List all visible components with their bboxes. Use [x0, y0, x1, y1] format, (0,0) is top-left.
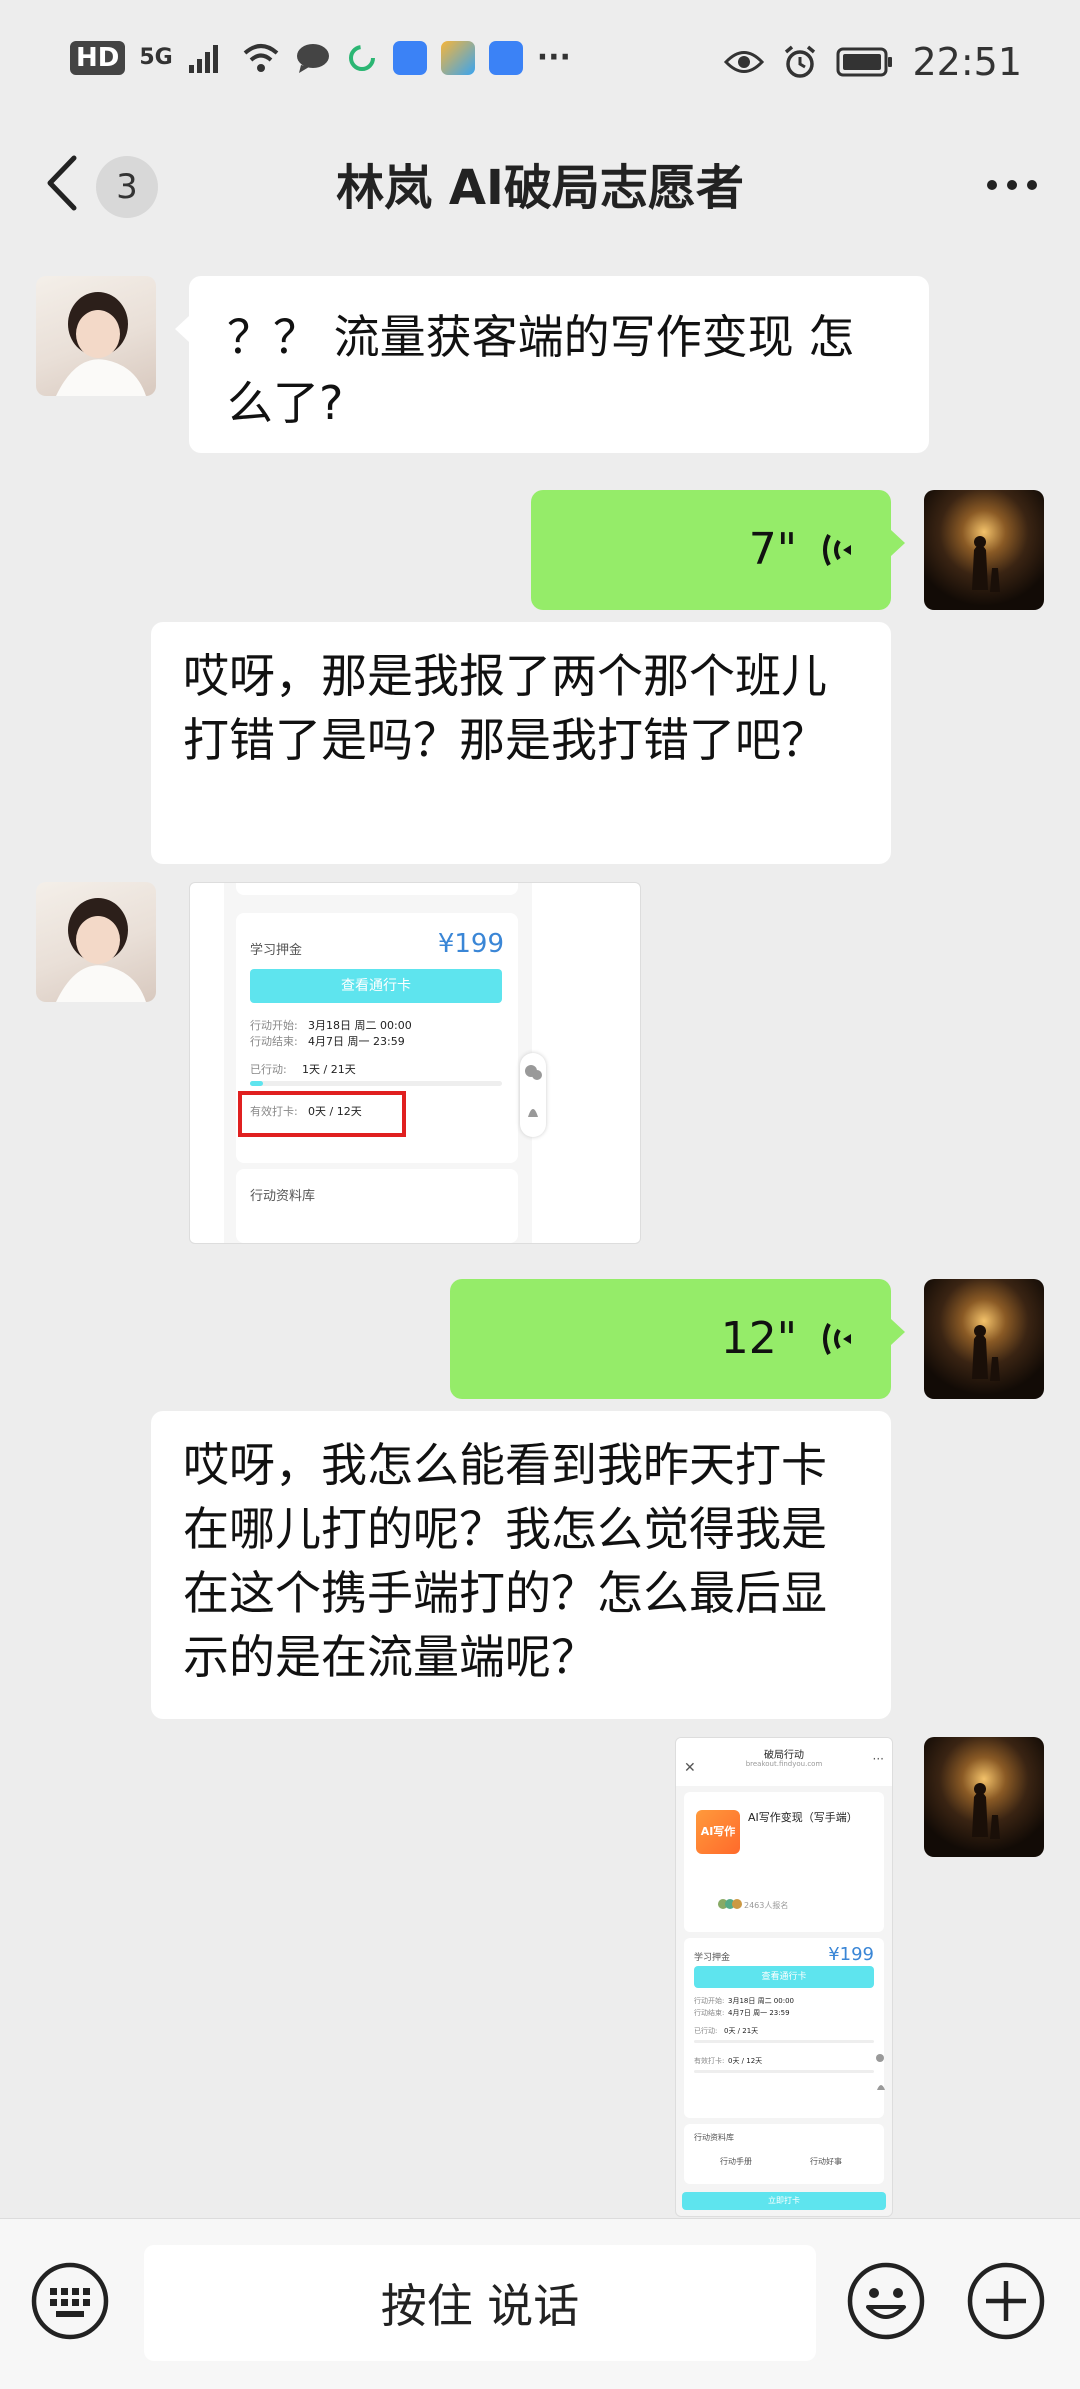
floating-share-bar — [520, 1053, 546, 1137]
deposit-label: 学习押金 — [250, 943, 303, 958]
input-bar: 按住 说话 — [0, 2218, 1080, 2389]
chat-title: 林岚 AI破局志愿者 — [336, 160, 744, 216]
more-notifications-icon: ··· — [536, 40, 571, 75]
image-message-screenshot[interactable]: ✕ 破局行动 breakout.findyou.com ··· AI写作 AI写… — [675, 1737, 893, 2217]
deposit-card: 学习押金 ¥199 查看通行卡 行动开始: 3月18日 周二 00:00 行动结… — [236, 913, 518, 1163]
voice-message-7s[interactable]: 7" — [531, 490, 905, 610]
alarm-icon — [785, 45, 816, 78]
app-icon-blue — [392, 40, 427, 75]
network-type: 5G — [139, 44, 173, 70]
my-avatar[interactable] — [924, 1279, 1044, 1399]
sync-app-icon — [348, 44, 375, 71]
message-icon — [296, 43, 329, 73]
more-icon: ··· — [872, 1752, 884, 1766]
my-avatar[interactable] — [924, 490, 1044, 610]
voice-transcript: 哎呀，那是我报了两个那个班儿打错了是吗？那是我打错了吧？ — [151, 622, 891, 864]
more-options-icon[interactable] — [982, 160, 1042, 210]
app-icon-colorful — [440, 40, 475, 75]
hold-to-talk-button[interactable]: 按住 说话 — [144, 2245, 816, 2361]
status-bar: HD 5G ··· 22:51 — [0, 0, 1080, 130]
progress-fill — [250, 1081, 263, 1086]
checkin-now-button: 立即打卡 — [682, 2192, 886, 2210]
message-received-text[interactable]: ？？ 流量获客端的写作变现 怎么了? — [175, 276, 929, 453]
emoji-icon[interactable] — [846, 2261, 926, 2341]
add-more-icon[interactable] — [966, 2261, 1046, 2341]
screenshot-page: 学习押金 ¥199 查看通行卡 行动开始: 3月18日 周二 00:00 行动结… — [224, 883, 546, 1243]
deposit-price: ¥199 — [437, 929, 504, 959]
contact-avatar[interactable] — [36, 882, 156, 1002]
chat-header: 3 林岚 AI破局志愿者 — [0, 130, 1080, 242]
voice-wave-icon — [823, 534, 851, 566]
voice-message-12s[interactable]: 12" — [450, 1279, 905, 1399]
wifi-icon — [243, 43, 279, 72]
hd-indicator: HD — [70, 40, 126, 75]
clock-time: 22:51 — [912, 40, 1022, 84]
contact-avatar[interactable] — [36, 276, 156, 396]
app-icon-blue-2 — [488, 40, 523, 75]
eye-icon — [724, 51, 765, 73]
battery-icon — [836, 47, 893, 77]
voice-transcript: 哎呀，我怎么能看到我昨天打卡在哪儿打的呢？我怎么觉得我是在这个携手端打的？怎么最… — [151, 1411, 891, 1719]
view-pass-button: 查看通行卡 — [250, 969, 502, 1003]
voice-duration: 12" — [720, 1313, 797, 1364]
voice-duration: 7" — [748, 524, 797, 575]
library-label: 行动资料库 — [250, 1189, 316, 1204]
red-highlight-box — [238, 1091, 406, 1137]
signal-icon — [188, 44, 218, 73]
image-message-screenshot[interactable]: 学习押金 ¥199 查看通行卡 行动开始: 3月18日 周二 00:00 行动结… — [189, 882, 641, 1244]
keyboard-icon[interactable] — [30, 2261, 110, 2341]
voice-wave-icon — [823, 1323, 851, 1355]
my-avatar[interactable] — [924, 1737, 1044, 1857]
course-logo: AI写作 — [696, 1810, 740, 1854]
